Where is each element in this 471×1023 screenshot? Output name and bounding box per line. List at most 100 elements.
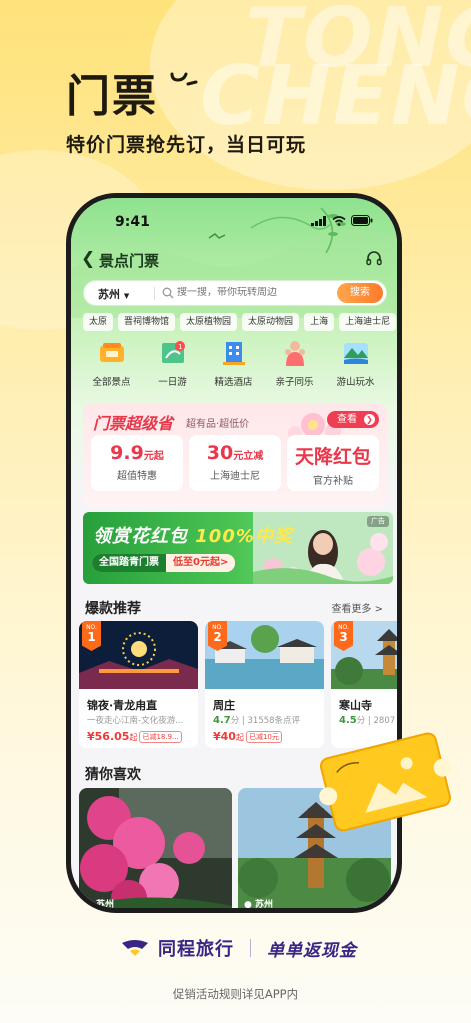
page-title: 景点门票 [99, 252, 160, 270]
hot-tag[interactable]: 上海迪士尼 [339, 313, 397, 331]
rank-number: 2 [213, 630, 222, 644]
brand-name: 同程旅行 [158, 939, 234, 960]
promo-title: 门票超级省 [93, 414, 174, 433]
search-input[interactable] [177, 287, 347, 298]
category-label: 精选酒店 [214, 377, 253, 388]
deal-value: 9.9元起 [91, 435, 183, 464]
hot-name: 周庄 [213, 699, 235, 712]
banner-pill[interactable]: 全国踏青门票 低至0元起> [92, 554, 236, 572]
hot-price-value: ¥56.05 [87, 730, 130, 743]
city-selector[interactable]: 苏州 ▼ [98, 286, 129, 302]
hot-tag[interactable]: 上海 [304, 313, 335, 331]
view-more-link[interactable]: 查看更多 > [331, 600, 383, 615]
category-item[interactable]: 全部景点 [81, 338, 142, 396]
hot-tag[interactable]: 太原动物园 [242, 313, 300, 331]
status-bar: 9:41 [71, 212, 397, 232]
rank-badge: NO. 1 [82, 621, 101, 651]
deal-unit: 元立减 [233, 451, 264, 462]
rank-number: 3 [339, 630, 348, 644]
discount-badge: 已减18.9... [139, 731, 182, 743]
brand-logo-icon [122, 940, 148, 956]
rank-number: 1 [87, 630, 96, 644]
category-item[interactable]: 精选酒店 [203, 338, 264, 396]
arrow-right-icon: ❯ [364, 414, 375, 425]
footer-note: 促销活动规则详见APP内 [172, 987, 299, 1001]
hot-score: 4.7 [213, 715, 231, 726]
deal-value: 30元立减 [189, 435, 281, 464]
promo-poster: TONG CHENG 门票 特价门票抢先订，当日可玩 9:41 [0, 0, 471, 1023]
category-item[interactable]: 游山玩水 [325, 338, 386, 396]
divider [154, 287, 155, 300]
hot-name: 寒山寺 [339, 699, 372, 712]
deal-card[interactable]: 9.9元起 超值特惠 [91, 435, 183, 491]
hot-tag[interactable]: 太原植物园 [180, 313, 238, 331]
hot-tag[interactable]: 晋祠博物馆 [118, 313, 176, 331]
guess-location: 苏州 [96, 900, 115, 908]
brand-bar: 同程旅行 单单返现金 [120, 935, 357, 961]
hot-price-suffix: 起 [235, 733, 244, 742]
ticket-illustration [319, 732, 452, 832]
location-pin-icon: ● [244, 900, 252, 908]
deal-amount: 30 [206, 442, 234, 464]
hot-price: ¥40起 已减10元 [213, 730, 282, 743]
hot-section-title: 爆款推荐 [85, 601, 141, 617]
deal-label: 上海迪士尼 [210, 471, 260, 482]
mountain-water-icon [343, 343, 368, 364]
caret-down-icon: ▼ [123, 292, 130, 300]
rank-badge: NO. 2 [208, 621, 227, 651]
deal-card[interactable]: 天降红包 官方补贴 [287, 435, 379, 491]
separator: | [239, 716, 248, 726]
discount-badge: 已减10元 [245, 731, 282, 743]
promo-view-button[interactable]: 查看 ❯ [327, 411, 379, 428]
category-label: 全部景点 [92, 377, 131, 388]
category-item[interactable]: 1 一日游 [142, 338, 203, 396]
customer-service-icon[interactable] [365, 250, 383, 268]
brand-slogan: 单单返现金 [267, 940, 357, 961]
status-time: 9:41 [115, 214, 150, 230]
promo-deals: 9.9元起 超值特惠 30元立减 上海迪士尼 天降红包 官方补贴 [91, 435, 379, 491]
nav-bar: ❮ 景点门票 [71, 248, 397, 272]
banner-title-a: 领赏花红包 [93, 526, 188, 547]
city-label: 苏州 [98, 288, 120, 301]
category-nav: 全部景点 1 一日游 精选酒店 亲子同乐 游山玩水园林 [71, 338, 397, 396]
hot-reviews: 31558条点评 [247, 716, 301, 726]
category-item[interactable]: 亲子同乐 [264, 338, 325, 396]
category-label: 园林 [386, 374, 397, 388]
hot-card[interactable]: NO. 2 周庄 4.7分 | 31558条点评 ¥40起 已减10元 [205, 621, 324, 748]
guess-photo [79, 788, 232, 908]
spring-banner[interactable]: 领赏花红包 100%中奖 全国踏青门票 低至0元起> 广告 [83, 512, 393, 584]
deal-label: 官方补贴 [313, 476, 353, 487]
hot-desc: 一夜走心江南-文化夜游... [87, 716, 184, 726]
hot-photo: NO. 3 [331, 621, 397, 689]
guess-card[interactable]: ● 苏州 [79, 788, 232, 908]
banner-pill-right: 低至0元起> [166, 554, 236, 572]
deal-amount: 9.9 [110, 442, 144, 464]
category-label: 游山玩水 [336, 377, 375, 388]
category-item[interactable]: 园林 [386, 338, 397, 396]
search-button[interactable]: 搜索 [337, 283, 383, 303]
guess-section-title: 猜你喜欢 [85, 767, 141, 783]
hot-price: ¥56.05起 已减18.9... [87, 730, 182, 743]
ticket-stack-icon [99, 343, 124, 362]
svg-text:1: 1 [178, 343, 182, 351]
banner-title-b: 100%中奖 [195, 526, 293, 547]
guess-location: 苏州 [255, 900, 274, 908]
hot-name: 锦夜·青龙甪直 [87, 699, 158, 712]
back-chevron-icon[interactable]: ❮ [81, 249, 95, 269]
hot-card[interactable]: NO. 1 锦夜·青龙甪直一夜走心江南-文化夜游... ¥56.05起 已减18.9..… [79, 621, 198, 748]
hot-meta: 4.7分 | 31558条点评 [213, 714, 300, 726]
promo-card[interactable]: 门票超级省 超有品·超低价 查看 ❯ 9.9元起 超值特惠 30元立减 上海迪士尼 天降红… [83, 403, 387, 507]
deal-unit: 元起 [143, 451, 164, 462]
deal-card[interactable]: 30元立减上海迪士尼 [189, 435, 281, 491]
hot-price-suffix: 起 [129, 733, 138, 742]
search-bar: 苏州 ▼ 搜索 [83, 280, 387, 306]
hot-meta: 一夜走心江南-文化夜游... [87, 714, 183, 726]
rank-badge: NO. 3 [334, 621, 353, 651]
hot-tag[interactable]: 太原 [83, 313, 114, 331]
category-label: 亲子同乐 [275, 377, 314, 388]
hot-price-value: ¥40 [213, 730, 236, 743]
promo-view-label: 查看 [337, 414, 357, 425]
deal-amount: 天降红包 [294, 446, 371, 468]
poster-subheadline: 特价门票抢先订，当日可玩 [66, 134, 307, 156]
smile-doodle-icon [170, 72, 198, 86]
